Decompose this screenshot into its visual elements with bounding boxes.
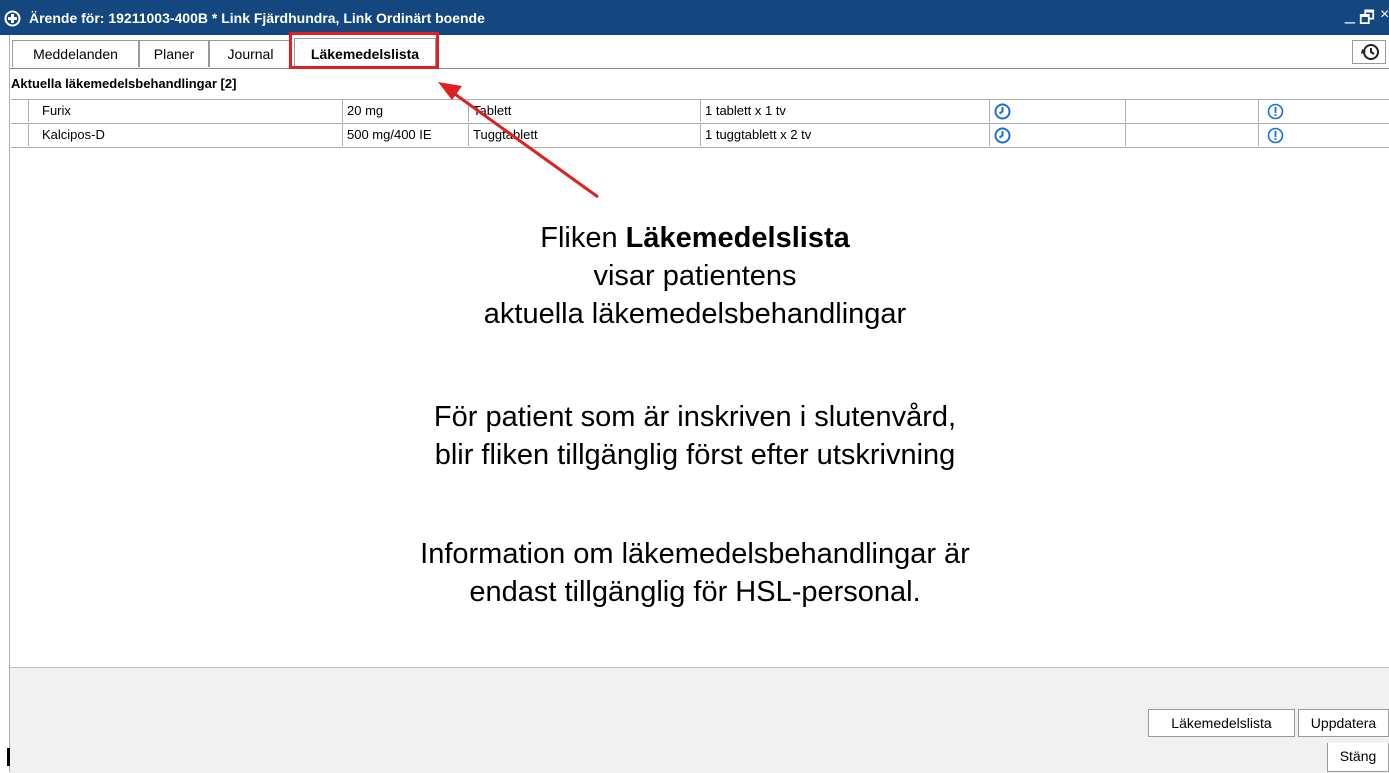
annotation-line-1: Fliken Läkemedelslista xyxy=(540,222,850,254)
annotation-arrow xyxy=(438,82,599,199)
text-cursor xyxy=(7,748,10,766)
annotation-line-3: aktuella läkemedelsbehandlingar xyxy=(483,298,907,330)
annotation-line-2: visar patientens xyxy=(593,260,797,292)
stang-button[interactable]: Stäng xyxy=(1327,743,1389,772)
annotation-line-5: blir fliken tillgänglig först efter utsk… xyxy=(434,439,956,471)
uppdatera-button[interactable]: Uppdatera xyxy=(1298,709,1389,737)
annotation-text-2: För patient som är inskriven i slutenvår… xyxy=(300,398,1090,474)
annotation-line-6: Information om läkemedelsbehandlingar är xyxy=(420,538,970,570)
lakemedelslista-button[interactable]: Läkemedelslista xyxy=(1148,709,1295,737)
annotation-text-3: Information om läkemedelsbehandlingar är… xyxy=(300,535,1090,611)
annotation-line-4: För patient som är inskriven i slutenvår… xyxy=(433,401,957,433)
annotation-text: Fliken Läkemedelslista visar patientens … xyxy=(300,219,1090,333)
annotation-line-7: endast tillgänglig för HSL-personal. xyxy=(469,576,921,608)
